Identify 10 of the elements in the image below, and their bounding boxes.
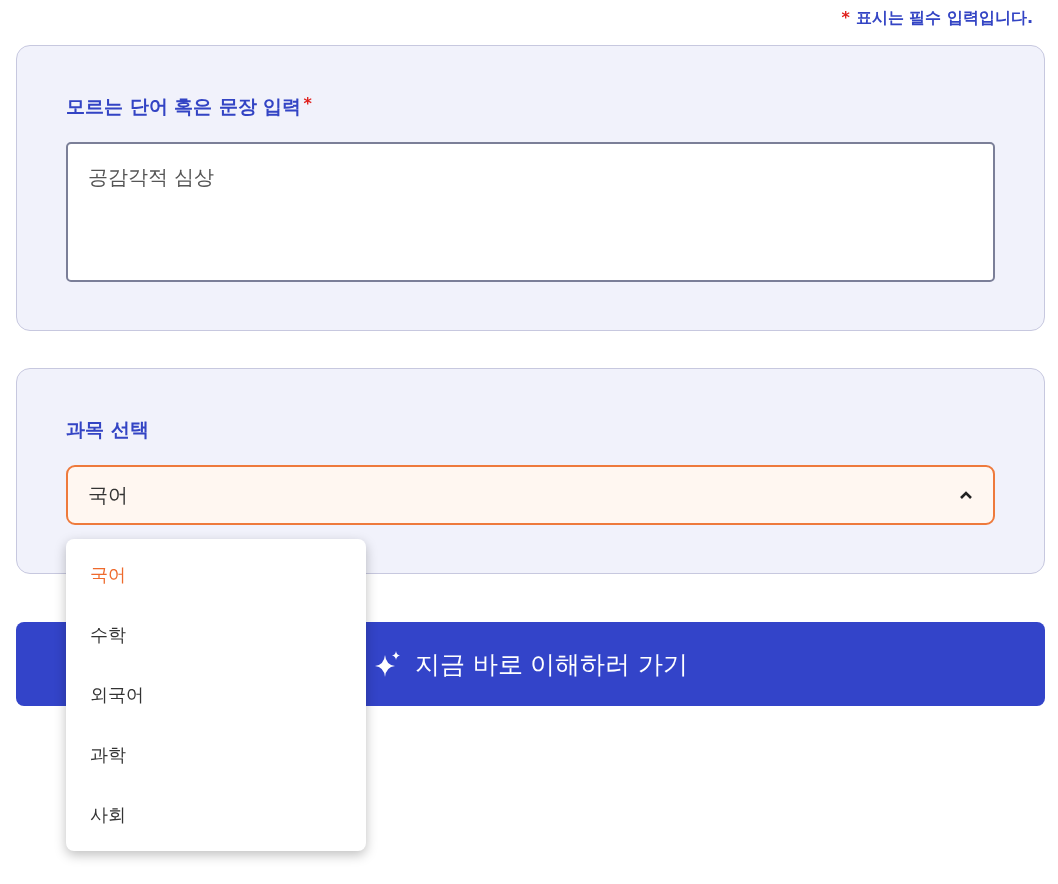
subject-select[interactable]: 국어 [66,465,995,525]
dropdown-option[interactable]: 사회 [66,785,366,845]
field-label: 과목 선택 [66,417,149,442]
dropdown-option[interactable]: 과학 [66,725,366,785]
field-label: 모르는 단어 혹은 문장 입력 [66,94,302,119]
required-note: 표시는 필수 입력입니다. [855,8,1033,29]
required-mark: * [303,94,312,115]
chevron-up-icon [959,490,973,500]
required-mark: * [841,8,850,29]
text-area[interactable]: 공감각적 심상 [66,142,995,282]
